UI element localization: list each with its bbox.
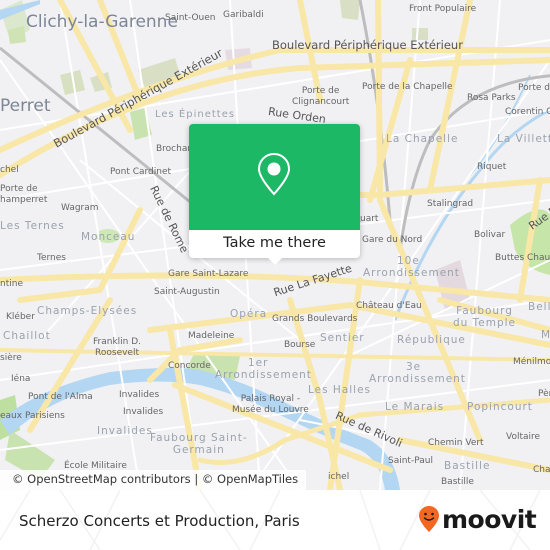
map-label-siere: sière xyxy=(0,353,22,363)
map-label-saint-ouen: Saint-Ouen xyxy=(165,13,216,23)
place-title: Scherzo Concerts et Production, Paris xyxy=(19,512,300,530)
map-label-opera: Opéra xyxy=(230,308,268,320)
map-label-michel: ichel xyxy=(328,472,350,482)
map-label-franklin: Franklin D. Roosevelt xyxy=(93,337,142,358)
map-label-iena: Iéna xyxy=(11,374,31,384)
map-label-pont-alma: Pont de l'Alma xyxy=(28,392,93,402)
map-label-bastille-dist: Bastille xyxy=(444,460,491,472)
map-label-les-epinettes: Les Épinettes xyxy=(155,109,236,120)
location-popup: Take me there xyxy=(189,124,360,265)
map-label-m: M xyxy=(541,329,550,341)
map-label-saint-augustin: Saint-Augustin xyxy=(154,287,220,297)
map-label-pere: Pèr xyxy=(538,389,550,399)
map-label-uart: uart xyxy=(360,214,379,224)
map-label-porte-de: Porte de xyxy=(518,83,550,93)
map-label-monceau: Monceau xyxy=(81,231,136,243)
map-label-3e-arr: Arrondissement xyxy=(369,373,466,385)
map-label-republique: République xyxy=(397,334,466,346)
location-pin-icon xyxy=(257,152,291,196)
map-label-chateau-eau: Château d'Eau xyxy=(356,301,422,311)
moovit-logo[interactable]: moovit xyxy=(418,504,537,534)
map-label-3e: 3e xyxy=(406,361,422,373)
map-label-voltaire: Voltaire xyxy=(506,432,541,442)
map-label-bolivar: Bolivar xyxy=(474,230,506,240)
map-label-gare-saint-lazare: Gare Saint-Lazare xyxy=(168,269,249,279)
map-label-1er-arr: Arrondissement xyxy=(215,369,312,381)
map-label-riquet: Riquet xyxy=(477,162,507,172)
map-label-bateaux: eaux Parisiens xyxy=(0,411,65,421)
map-label-chel: chel xyxy=(0,165,19,175)
map-label-champs-elysees: Champs-Elysées xyxy=(37,305,138,317)
moovit-wordmark: moovit xyxy=(442,504,537,534)
map-label-porte-clignancourt: Porte de Clignancourt xyxy=(292,86,350,107)
map-attribution: © OpenStreetMap contributors | © OpenMap… xyxy=(0,470,307,490)
map-label-wagram: Wagram xyxy=(61,203,99,213)
map-label-gare-du-nord: Gare du Nord xyxy=(362,235,423,245)
map-label-invalides-1: Invalides xyxy=(119,390,160,400)
map-label-grands-boulevards: Grands Boulevards xyxy=(272,314,358,324)
map-label-palais-royal: Palais Royal - Musée du Louvre xyxy=(232,394,309,415)
map-label-cha: Cha xyxy=(533,465,550,475)
map-label-faubourg-saint-germain: Faubourg Saint- Germain xyxy=(150,432,248,456)
map-label-rosa-parks: Rosa Parks xyxy=(467,93,516,103)
map-label-les-ternes: Les Ternes xyxy=(0,220,65,232)
map-label-porte-chapelle: Porte de la Chapelle xyxy=(362,82,453,92)
map-label-porte-champerret: Porte de hamperret xyxy=(0,184,48,205)
popup-header xyxy=(189,124,360,230)
map-label-10e-arr: Arrondissement xyxy=(363,267,460,279)
map-label-invalides-dist: Invalides xyxy=(97,425,153,437)
map-label-1er: 1er xyxy=(248,357,269,369)
map-label-la-chapelle: La Chapelle xyxy=(386,133,459,145)
map-label-ntine: ntine xyxy=(0,279,23,289)
map-label-clichy: Clichy-la-Garenne xyxy=(26,12,178,32)
map-label-invalides-2: Invalides xyxy=(123,407,164,417)
map-label-la-villette: La Villette xyxy=(497,133,550,145)
map-label-belle: Belle xyxy=(528,301,550,313)
map-label-faubourg-temple: Faubourg du Temple xyxy=(453,305,517,329)
map-label-concorde: Concorde xyxy=(168,361,211,371)
map-label-bd-periph-2: Boulevard Périphérique Extérieur xyxy=(272,38,463,52)
map-label-les-halles: Les Halles xyxy=(308,384,372,396)
map-label-brochant: Brochan xyxy=(156,144,194,154)
map-label-perret: Perret xyxy=(0,96,51,116)
map-label-garibaldi: Garibaldi xyxy=(223,10,264,20)
map-label-pont-cardinet: Pont Cardinet xyxy=(110,167,172,177)
popup-tail xyxy=(267,257,283,265)
map-label-saint-paul: Saint-Paul xyxy=(388,456,433,466)
map-label-chaillot: Chaillot xyxy=(3,330,51,342)
map-label-sentier: Sentier xyxy=(320,332,365,344)
map-label-menilmontant: Ménilmo xyxy=(513,357,550,367)
take-me-there-button[interactable]: Take me there xyxy=(189,230,360,258)
map-label-le-marais: Le Marais xyxy=(385,401,445,413)
map-label-popincourt: Popincourt xyxy=(467,401,533,413)
map-label-ternes: Ternes xyxy=(37,253,66,263)
map[interactable]: Clichy-la-Garenne Saint-Ouen Garibaldi F… xyxy=(0,0,550,490)
map-label-bastille: Bastille xyxy=(441,477,474,487)
moovit-pin-icon xyxy=(419,506,439,532)
map-label-10e: 10e xyxy=(397,255,420,267)
map-label-front-populaire: Front Populaire xyxy=(409,4,477,14)
map-label-madeleine: Madeleine xyxy=(188,331,235,341)
map-label-buttes-chaumont: Buttes Chaum xyxy=(495,253,550,263)
map-label-stalingrad: Stalingrad xyxy=(427,199,474,209)
map-label-chemin-vert: Chemin Vert xyxy=(428,438,484,448)
map-label-corentin: Corentin Ca xyxy=(505,107,550,117)
map-label-kleber: Kléber xyxy=(6,312,35,322)
map-label-bourse: Bourse xyxy=(284,340,316,350)
